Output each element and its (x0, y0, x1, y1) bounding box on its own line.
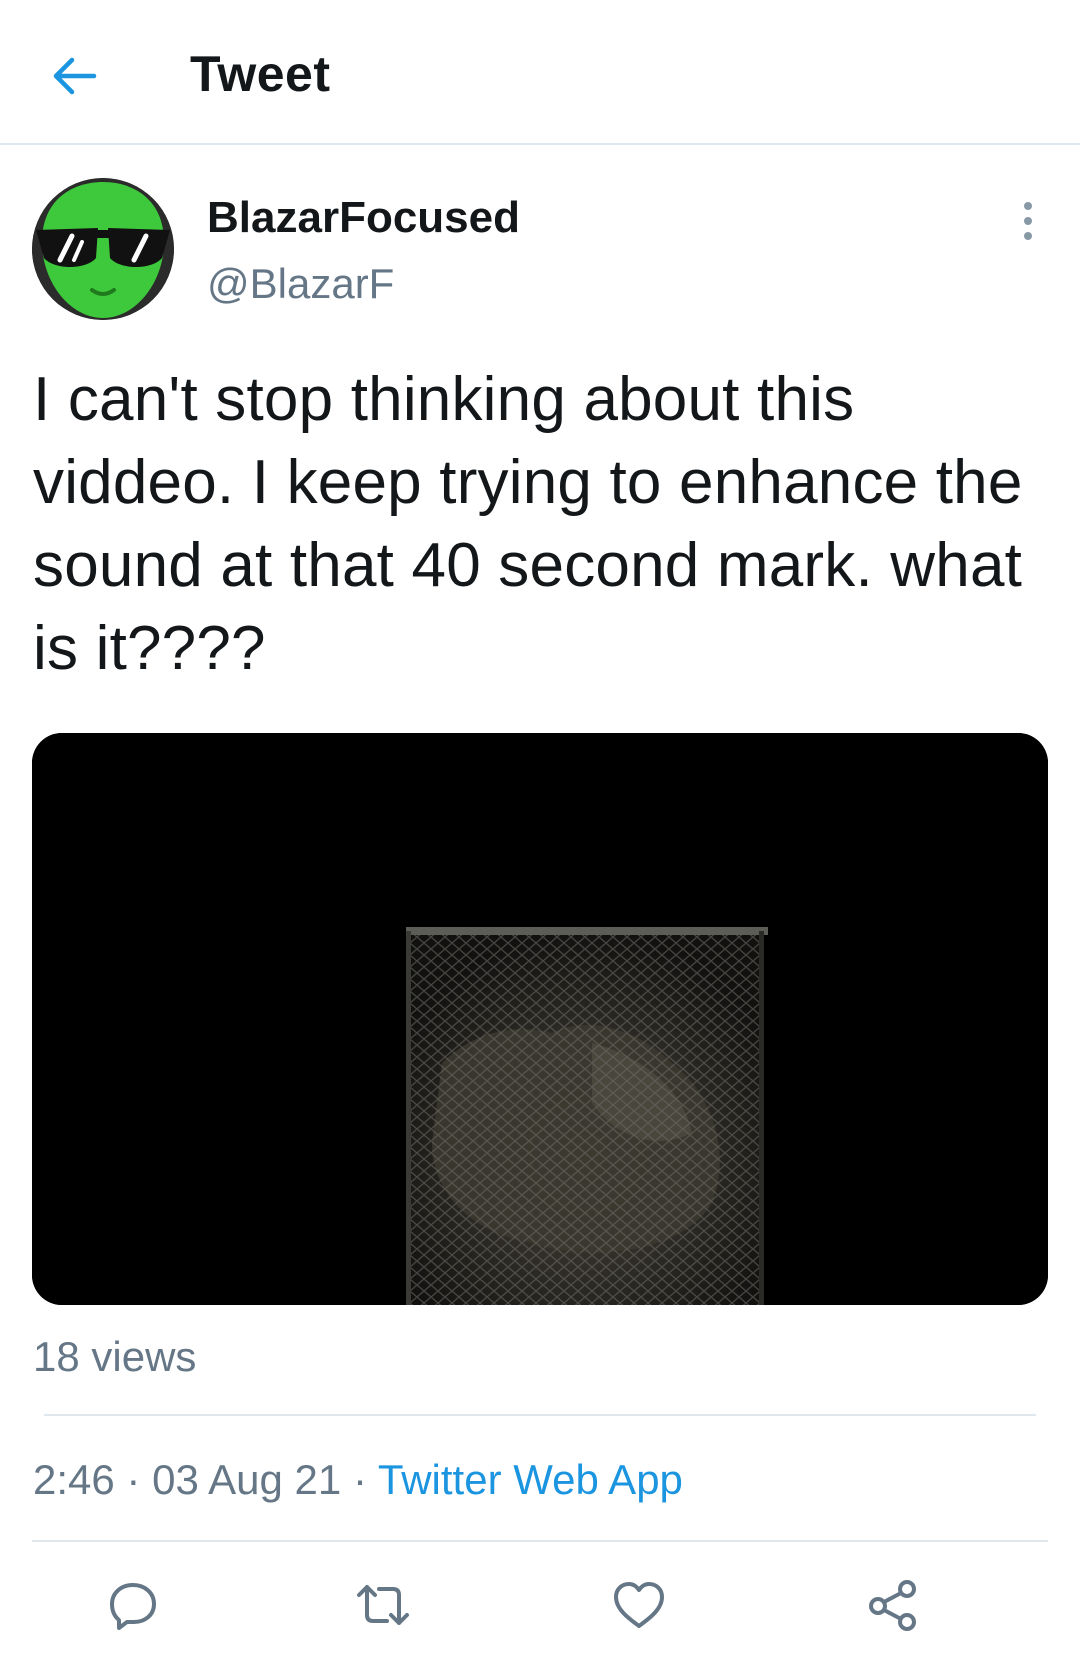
vertical-dots-icon (1024, 202, 1032, 240)
retweet-button[interactable] (348, 1570, 418, 1640)
back-button[interactable] (44, 48, 104, 104)
video-player[interactable] (32, 733, 1048, 1305)
avatar[interactable] (32, 178, 174, 320)
page-title: Tweet (190, 46, 331, 102)
tweet-source-link[interactable]: Twitter Web App (378, 1456, 683, 1503)
tweet-text: I can't stop thinking about this viddeo.… (33, 365, 1023, 683)
arrow-left-icon (53, 57, 97, 95)
alien-sunglasses-avatar (32, 178, 174, 320)
reply-icon (110, 1583, 156, 1630)
divider (44, 1414, 1036, 1416)
author-display-name[interactable]: BlazarFocused (207, 192, 520, 244)
tweet-time: 2:46 (33, 1456, 115, 1503)
view-count: 18 views (33, 1333, 197, 1380)
more-options-button[interactable] (1010, 196, 1046, 246)
heart-icon (614, 1582, 664, 1628)
tweet-date: 03 Aug 21 (152, 1456, 342, 1503)
share-button[interactable] (858, 1570, 928, 1640)
share-icon (869, 1580, 916, 1631)
author-handle[interactable]: @BlazarF (207, 259, 394, 309)
separator-dot: · (126, 1456, 141, 1503)
video-frame (32, 733, 1048, 1305)
top-bar: Tweet (0, 0, 1080, 145)
tweet-metadata: 2:46 · 03 Aug 21 · Twitter Web App (33, 1454, 683, 1506)
retweet-icon (357, 1585, 409, 1625)
like-button[interactable] (604, 1570, 674, 1640)
reply-button[interactable] (98, 1570, 168, 1640)
separator-dot: · (352, 1456, 367, 1503)
divider (32, 1540, 1048, 1542)
